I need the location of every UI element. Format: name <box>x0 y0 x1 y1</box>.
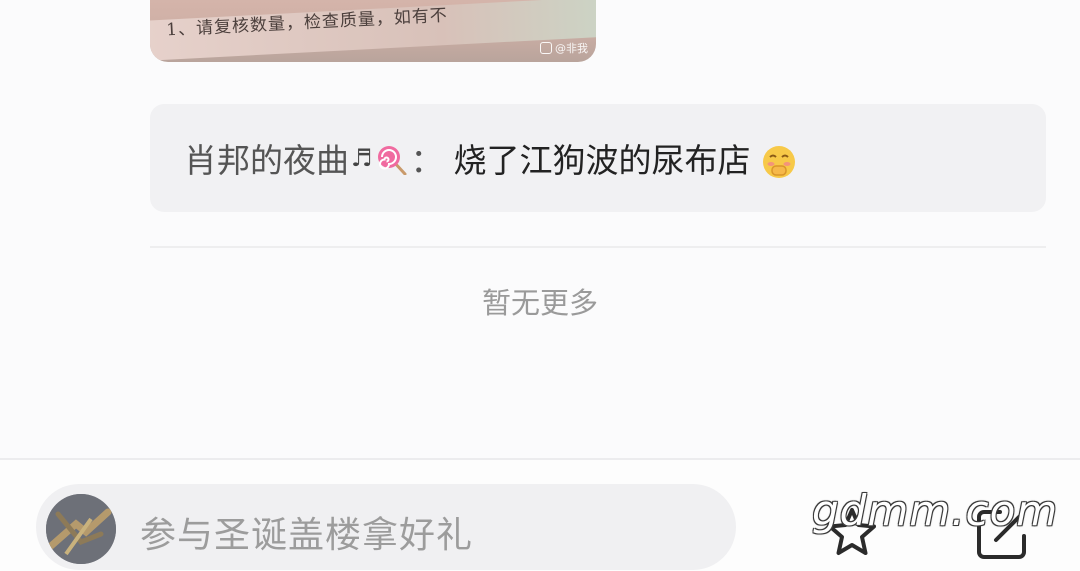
image-watermark: @非我 <box>540 40 588 56</box>
no-more-label: 暂无更多 <box>481 286 598 320</box>
comment-author[interactable]: 肖邦的夜曲 <box>184 134 349 182</box>
comment-item[interactable]: 肖邦的夜曲 ♬ ： 烧了江狗波的尿布店 <box>150 104 1046 212</box>
lollipop-icon <box>377 146 407 175</box>
comment-input[interactable]: 参与圣诞盖楼拿好礼 <box>36 484 736 570</box>
post-image[interactable]: 1、请复核数量，检查质量，如有不 @非我 <box>150 0 596 62</box>
avatar[interactable] <box>46 494 116 564</box>
image-watermark-text: @非我 <box>555 42 588 55</box>
comment-separator: ： <box>410 141 444 180</box>
site-watermark: gdmm.com <box>812 486 1059 535</box>
music-note-icon: ♬ <box>351 144 373 172</box>
divider <box>150 246 1046 248</box>
comment-text: 烧了江狗波的尿布店 <box>453 141 751 180</box>
watermark-icon <box>540 42 552 54</box>
shy-face-icon <box>762 146 795 178</box>
comment-input-placeholder: 参与圣诞盖楼拿好礼 <box>140 515 474 556</box>
